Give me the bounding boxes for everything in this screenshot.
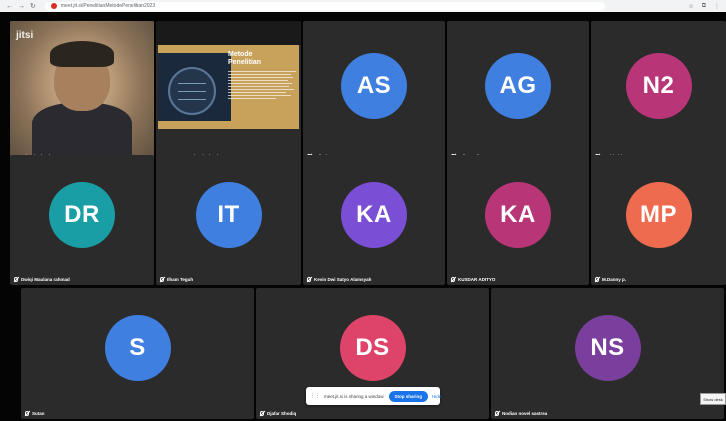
participant-name-bar: Sutan bbox=[25, 411, 45, 416]
participant-avatar: S bbox=[104, 315, 171, 382]
site-favicon-icon bbox=[50, 3, 57, 9]
screen-share-top-area bbox=[156, 21, 301, 45]
mic-muted-icon bbox=[160, 277, 164, 282]
participant-avatar: NS bbox=[574, 315, 641, 382]
participant-name: KUSDAR ADITYO bbox=[458, 277, 496, 282]
slide-text-line bbox=[228, 95, 292, 96]
browser-actions: ☆ ⧉ ⋮ bbox=[688, 3, 720, 10]
jitsi-logo: jitsi bbox=[16, 30, 34, 41]
participant-tile-screen[interactable]: Metode Penelitian Laya bbox=[156, 21, 301, 162]
participant-tile[interactable]: KA KUSDAR ADITYO bbox=[447, 155, 589, 285]
share-notification-text: meet.jit.si is sharing a window. bbox=[324, 393, 385, 399]
slide-text-line bbox=[228, 77, 294, 78]
participant-tile[interactable]: S Sutan bbox=[21, 288, 254, 419]
participant-avatar: N2 bbox=[625, 52, 692, 119]
bookmark-star-icon[interactable]: ☆ bbox=[688, 3, 693, 10]
mic-muted-icon bbox=[25, 411, 29, 416]
participant-avatar: KA bbox=[341, 181, 407, 248]
slide-text-line bbox=[228, 74, 291, 75]
globe-line bbox=[178, 83, 206, 84]
slide-text-line bbox=[228, 83, 292, 84]
participant-name: M.Danny p. bbox=[602, 277, 627, 282]
mic-muted-icon bbox=[451, 277, 455, 282]
slide-text-line bbox=[228, 98, 276, 99]
participant-name-bar: Ilham Teguh bbox=[160, 277, 193, 282]
mic-muted-icon bbox=[495, 411, 499, 416]
participant-avatar: AS bbox=[341, 52, 407, 119]
mic-muted-icon bbox=[14, 277, 18, 282]
browser-menu-icon[interactable]: ⋮ bbox=[714, 3, 720, 10]
slide-title: Metode Penelitian bbox=[228, 51, 298, 67]
participant-name: Djafar Shodiq bbox=[267, 411, 297, 416]
forward-icon[interactable]: → bbox=[18, 3, 25, 10]
participant-tile[interactable]: AS Adi Siswanto bbox=[303, 21, 445, 162]
slide-text-line bbox=[228, 80, 288, 81]
slide-text-line bbox=[228, 92, 286, 93]
participant-name: Kevin Dwi Satyo Alamsyah bbox=[314, 277, 372, 282]
participant-avatar: KA bbox=[485, 181, 551, 248]
reload-icon[interactable]: ↻ bbox=[30, 3, 36, 10]
participant-avatar: DR bbox=[49, 181, 115, 248]
participant-name-bar: Djafar Shodiq bbox=[260, 411, 296, 416]
participant-tile[interactable]: AG Aditya Gilang bbox=[447, 21, 589, 162]
mic-muted-icon bbox=[595, 277, 599, 282]
slide-body-text bbox=[228, 71, 296, 99]
participant-name: Sutan bbox=[32, 411, 45, 416]
participant-tile[interactable]: DR Dwiqi Maulana rahmad bbox=[10, 155, 154, 285]
participant-tile[interactable]: NS Nodian novel sastrea bbox=[491, 288, 724, 419]
show-desktop-button[interactable]: Show desk bbox=[700, 393, 726, 405]
participant-name-bar: KUSDAR ADITYO bbox=[451, 277, 495, 282]
participant-name: Nodian novel sastrea bbox=[502, 411, 548, 416]
url-text: meet.jit.si/PenelitianMetodePenelitian20… bbox=[60, 3, 156, 9]
slide-text-line bbox=[228, 86, 290, 87]
participant-avatar: AG bbox=[485, 52, 551, 119]
browser-toolbar: ← → ↻ meet.jit.si/PenelitianMetodePeneli… bbox=[0, 0, 726, 12]
globe-line bbox=[178, 99, 206, 100]
drag-handle-icon[interactable]: ⋮⋮ bbox=[310, 393, 320, 399]
participant-tile[interactable]: N2 Nurid Hidayat 2121M005 bbox=[591, 21, 726, 162]
slide-title-line-2: Penelitian bbox=[228, 59, 262, 66]
mic-muted-icon bbox=[307, 277, 311, 282]
participant-avatar: IT bbox=[195, 181, 262, 248]
participant-tile-video[interactable]: jitsi Ir. Moh. Ainul Fuis, ST., MT. bbox=[10, 21, 154, 162]
participant-name-bar: Dwiqi Maulana rahmad bbox=[14, 277, 70, 282]
screen-share-notification: ⋮⋮ meet.jit.si is sharing a window. Stop… bbox=[306, 387, 441, 405]
participant-avatar: DS bbox=[339, 315, 406, 382]
participant-tile[interactable]: MP M.Danny p. bbox=[591, 155, 726, 285]
participant-name-bar: Nodian novel sastrea bbox=[495, 411, 547, 416]
slide-title-line-1: Metode bbox=[228, 51, 253, 58]
conference-stage: jitsi Ir. Moh. Ainul Fuis, ST., MT. Meto… bbox=[0, 12, 726, 421]
participant-name: Dwiqi Maulana rahmad bbox=[21, 277, 70, 282]
back-icon[interactable]: ← bbox=[6, 3, 13, 10]
globe-line bbox=[178, 91, 206, 92]
participant-tile[interactable]: KA Kevin Dwi Satyo Alamsyah bbox=[303, 155, 445, 285]
participant-name-bar: Kevin Dwi Satyo Alamsyah bbox=[307, 277, 371, 282]
participant-name: Ilham Teguh bbox=[167, 277, 194, 282]
slide-globe-icon bbox=[168, 67, 216, 115]
extensions-icon[interactable]: ⧉ bbox=[702, 3, 706, 10]
app-root: ← → ↻ meet.jit.si/PenelitianMetodePeneli… bbox=[0, 0, 726, 421]
stop-sharing-button[interactable]: Stop sharing bbox=[388, 390, 429, 402]
slide-text-line bbox=[228, 71, 296, 72]
address-bar[interactable]: meet.jit.si/PenelitianMetodePenelitian20… bbox=[44, 1, 605, 11]
hide-button[interactable]: Hide bbox=[432, 394, 441, 399]
slide-text-line bbox=[228, 89, 294, 90]
participant-name-bar: M.Danny p. bbox=[595, 277, 626, 282]
video-person-hair bbox=[50, 41, 114, 67]
participant-tile[interactable]: IT Ilham Teguh bbox=[156, 155, 301, 285]
slide-image-panel bbox=[158, 53, 232, 121]
mic-muted-icon bbox=[260, 411, 264, 416]
shared-slide: Metode Penelitian bbox=[158, 45, 299, 129]
participant-avatar: MP bbox=[625, 181, 692, 248]
participant-video bbox=[10, 21, 154, 162]
